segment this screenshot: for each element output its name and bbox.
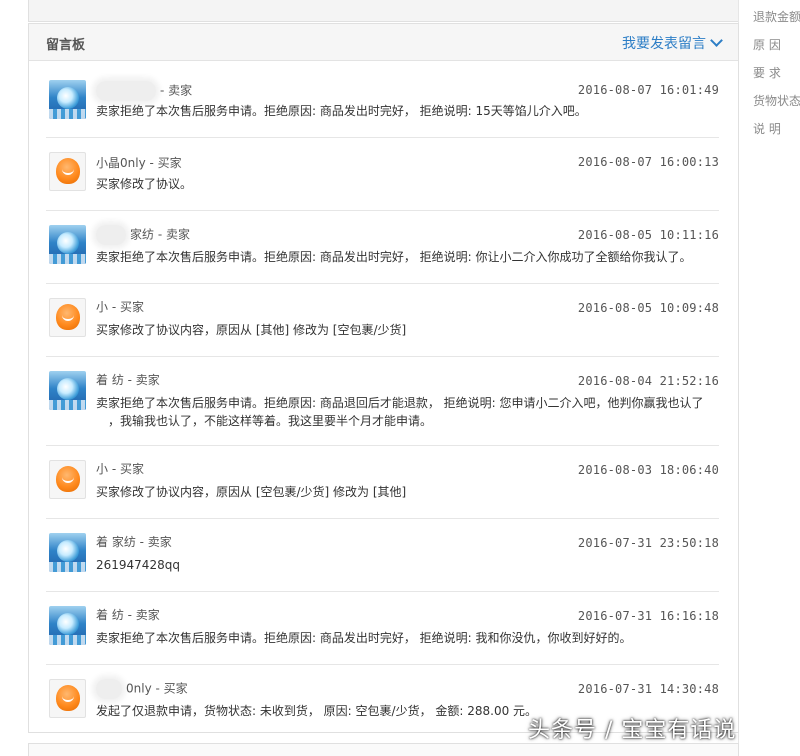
message-content: 卖家拒绝了本次售后服务申请。拒绝原因: 商品发出时完好， 拒绝说明: 我和你没仇… [96,631,632,645]
message-time: 2016-08-05 10:09:48 [577,301,719,315]
board-header: 留言板 我要发表留言 [29,24,738,61]
buyer-avatar [49,298,86,337]
message-author: 小 - 买家 [96,462,144,476]
message-item: 着 家纺 - 卖家 2016-07-31 23:50:18 261947428q… [46,519,719,592]
message-author: - 卖家 [96,81,192,101]
message-author: 小 - 买家 [96,300,144,314]
seller-avatar [49,533,86,572]
blurred-name [96,225,126,245]
message-item: 家纺 - 卖家 2016-08-05 10:11:16 卖家拒绝了本次售后服务申… [46,211,719,284]
message-content: 卖家拒绝了本次售后服务申请。拒绝原因: 商品发出时完好， 拒绝说明: 你让小二介… [96,250,692,264]
message-item: 小晶0nly - 买家 2016-08-07 16:00:13 买家修改了协议。 [46,138,719,211]
description-label: 说 明 [753,122,781,136]
refund-info-panel: 退款金额 原 因 要 求 货物状态 说 明 [740,0,800,756]
chevron-down-icon [710,34,723,47]
board-title: 留言板 [46,38,86,53]
message-item: 着 纺 - 卖家 2016-08-04 21:52:16 卖家拒绝了本次售后服务… [46,357,719,446]
message-board: 留言板 我要发表留言 - 卖家 2016-08-07 16:01:49 卖家拒绝… [28,23,739,733]
post-message-label: 我要发表留言 [622,36,706,52]
message-item: 小 - 买家 2016-08-05 10:09:48 买家修改了协议内容，原因从… [46,284,719,357]
blurred-name [96,679,122,699]
watermark: 头条号 / 宝宝有话说 [528,718,737,743]
message-author: 着 纺 - 卖家 [96,608,160,622]
message-content-line-2: ，我输我也认了，不能这样等着。我这里要半个月才能申请。 [108,414,433,428]
message-time: 2016-08-04 21:52:16 [577,374,719,388]
message-content: 卖家拒绝了本次售后服务申请。拒绝原因: 商品发出时完好， 拒绝说明: 15天等馅… [96,104,587,118]
message-author: 家纺 - 卖家 [96,225,190,245]
message-item: - 卖家 2016-08-07 16:01:49 卖家拒绝了本次售后服务申请。拒… [46,64,719,138]
requirement-label: 要 求 [753,66,781,80]
bottom-panel-edge [28,743,739,756]
blurred-name [96,81,156,101]
message-item: 着 纺 - 卖家 2016-07-31 16:16:18 卖家拒绝了本次售后服务… [46,592,719,665]
seller-avatar [49,80,86,119]
message-time: 2016-08-03 18:06:40 [577,463,719,477]
message-content: 261947428qq [96,558,180,572]
message-author: 着 家纺 - 卖家 [96,535,172,549]
message-item: 小 - 买家 2016-08-03 18:06:40 买家修改了协议内容，原因从… [46,446,719,519]
message-time: 2016-08-07 16:00:13 [577,155,719,169]
message-author: 着 纺 - 卖家 [96,373,160,387]
message-time: 2016-08-05 10:11:16 [577,228,719,242]
message-content-line-1: 卖家拒绝了本次售后服务申请。拒绝原因: 商品退回后才能退款， 拒绝说明: 您申请… [96,396,704,410]
message-time: 2016-07-31 14:30:48 [577,682,719,696]
message-time: 2016-07-31 23:50:18 [577,536,719,550]
message-author: 0nly - 买家 [96,679,188,699]
buyer-avatar [49,152,86,191]
top-panel-edge [28,0,739,22]
message-content: 买家修改了协议。 [96,177,193,191]
refund-amount-label: 退款金额 [753,10,800,24]
seller-avatar [49,606,86,645]
reason-label: 原 因 [753,38,781,52]
goods-status-label: 货物状态 [753,94,800,108]
seller-avatar [49,225,86,264]
message-content: 买家修改了协议内容，原因从 [其他] 修改为 [空包裹/少货] [96,323,407,337]
message-content: 买家修改了协议内容，原因从 [空包裹/少货] 修改为 [其他] [96,485,407,499]
message-author: 小晶0nly - 买家 [96,156,182,170]
buyer-avatar [49,460,86,499]
message-content: 卖家拒绝了本次售后服务申请。拒绝原因: 商品退回后才能退款， 拒绝说明: 您申请… [96,394,719,430]
post-message-link[interactable]: 我要发表留言 [622,33,723,53]
seller-avatar [49,371,86,410]
buyer-avatar [49,679,86,718]
message-time: 2016-08-07 16:01:49 [577,83,719,97]
message-time: 2016-07-31 16:16:18 [577,609,719,623]
